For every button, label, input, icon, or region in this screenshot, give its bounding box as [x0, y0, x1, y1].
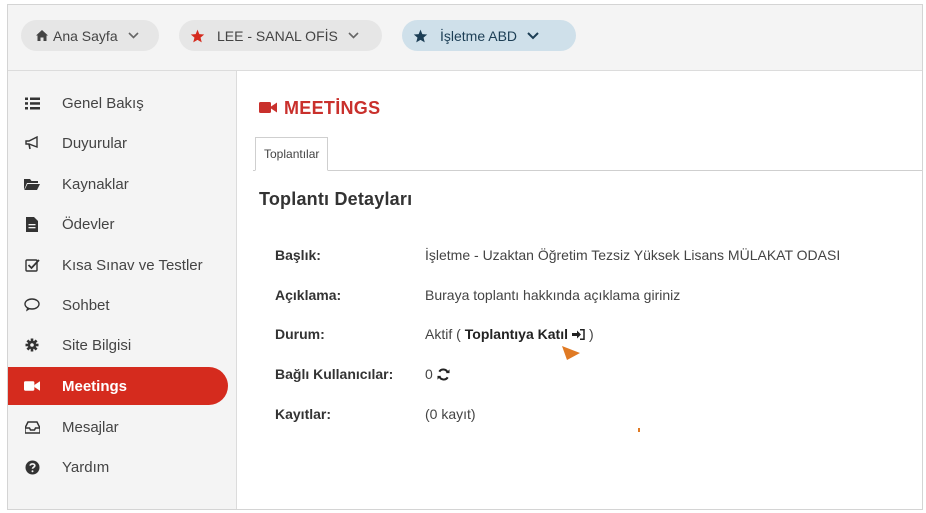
app-frame: Ana Sayfa LEE - SANAL OFİS İşletme ABD G… — [7, 4, 923, 510]
sidebar-item-messages[interactable]: Mesajlar — [8, 408, 228, 446]
detail-key: Kayıtlar: — [275, 406, 332, 422]
bullhorn-icon — [24, 135, 40, 151]
sidebar-item-resources[interactable]: Kaynaklar — [8, 165, 228, 203]
list-icon — [24, 95, 40, 111]
video-camera-icon — [259, 98, 277, 119]
sidebar-item-quizzes[interactable]: Kısa Sınav ve Testler — [8, 246, 228, 284]
sidebar-item-label: Site Bilgisi — [62, 336, 132, 354]
sidebar: Genel Bakış Duyurular Kaynaklar Ödevler … — [8, 71, 237, 509]
page-title-text: MEETİNGS — [284, 98, 381, 118]
detail-key: Durum: — [275, 326, 325, 342]
home-dropdown[interactable]: Ana Sayfa — [21, 20, 159, 51]
inbox-icon — [24, 419, 40, 435]
sidebar-item-label: Yardım — [62, 458, 110, 476]
sign-in-icon — [571, 328, 585, 340]
status-text: Aktif ( — [425, 326, 461, 342]
refresh-icon[interactable] — [437, 368, 450, 381]
detail-key: Başlık: — [275, 247, 321, 263]
detail-key: Bağlı Kullanıcılar: — [275, 366, 394, 382]
chevron-down-icon — [348, 32, 359, 39]
section-title: Toplantı Detayları — [259, 189, 413, 209]
connected-users-count: 0 — [425, 366, 433, 382]
detail-key: Açıklama: — [275, 287, 342, 303]
detail-value: (0 kayıt) — [425, 406, 476, 422]
gear-icon — [24, 337, 40, 353]
site-label: LEE - SANAL OFİS — [217, 27, 338, 44]
main-content: MEETİNGS Toplantılar Toplantı Detayları … — [237, 71, 922, 509]
page-title: MEETİNGS — [259, 98, 380, 119]
sidebar-item-label: Duyurular — [62, 134, 128, 152]
sidebar-item-help[interactable]: Yardım — [8, 448, 228, 486]
sidebar-item-overview[interactable]: Genel Bakış — [8, 84, 228, 122]
folder-icon — [24, 176, 40, 192]
tab-divider — [253, 170, 922, 171]
sidebar-item-label: Sohbet — [62, 296, 110, 314]
sidebar-item-label: Genel Bakış — [62, 94, 144, 112]
detail-value: 0 — [425, 366, 450, 382]
mouse-cursor-icon — [561, 345, 581, 367]
sidebar-item-assignments[interactable]: Ödevler — [8, 205, 228, 243]
current-site-dropdown[interactable]: İşletme ABD — [402, 20, 576, 51]
sidebar-item-site-info[interactable]: Site Bilgisi — [8, 326, 228, 364]
checkbox-icon — [24, 257, 40, 273]
sidebar-item-label: Kaynaklar — [62, 175, 129, 193]
detail-value: Buraya toplantı hakkında açıklama girini… — [425, 287, 681, 303]
detail-value: Aktif ( Toplantıya Katıl ) — [425, 326, 594, 342]
sidebar-item-label: Kısa Sınav ve Testler — [62, 256, 203, 274]
tab-meetings[interactable]: Toplantılar — [255, 137, 329, 171]
sidebar-item-label: Meetings — [62, 377, 128, 395]
sidebar-item-label: Mesajlar — [62, 418, 119, 436]
cursor-trail-mark — [638, 428, 640, 432]
video-camera-icon — [24, 378, 40, 394]
chat-icon — [24, 297, 40, 313]
home-icon — [35, 29, 49, 42]
detail-value: İşletme - Uzaktan Öğretim Tezsiz Yüksek … — [425, 247, 841, 263]
join-meeting-link[interactable]: Toplantıya Katıl — [465, 326, 585, 342]
status-close: ) — [588, 326, 594, 342]
help-icon — [24, 459, 40, 475]
sidebar-item-chat[interactable]: Sohbet — [8, 286, 228, 324]
site-dropdown[interactable]: LEE - SANAL OFİS — [179, 20, 382, 51]
sidebar-item-announcements[interactable]: Duyurular — [8, 124, 228, 162]
current-site-label: İşletme ABD — [440, 27, 518, 44]
sidebar-item-label: Ödevler — [62, 215, 115, 233]
file-icon — [24, 216, 40, 232]
join-meeting-label: Toplantıya Katıl — [464, 326, 568, 342]
top-nav-bar: Ana Sayfa LEE - SANAL OFİS İşletme ABD — [8, 5, 922, 71]
star-icon — [190, 29, 205, 43]
chevron-down-icon — [527, 31, 539, 40]
chevron-down-icon — [128, 32, 139, 39]
home-label: Ana Sayfa — [53, 27, 118, 44]
sidebar-item-meetings[interactable]: Meetings — [8, 367, 228, 405]
star-icon — [413, 29, 428, 43]
